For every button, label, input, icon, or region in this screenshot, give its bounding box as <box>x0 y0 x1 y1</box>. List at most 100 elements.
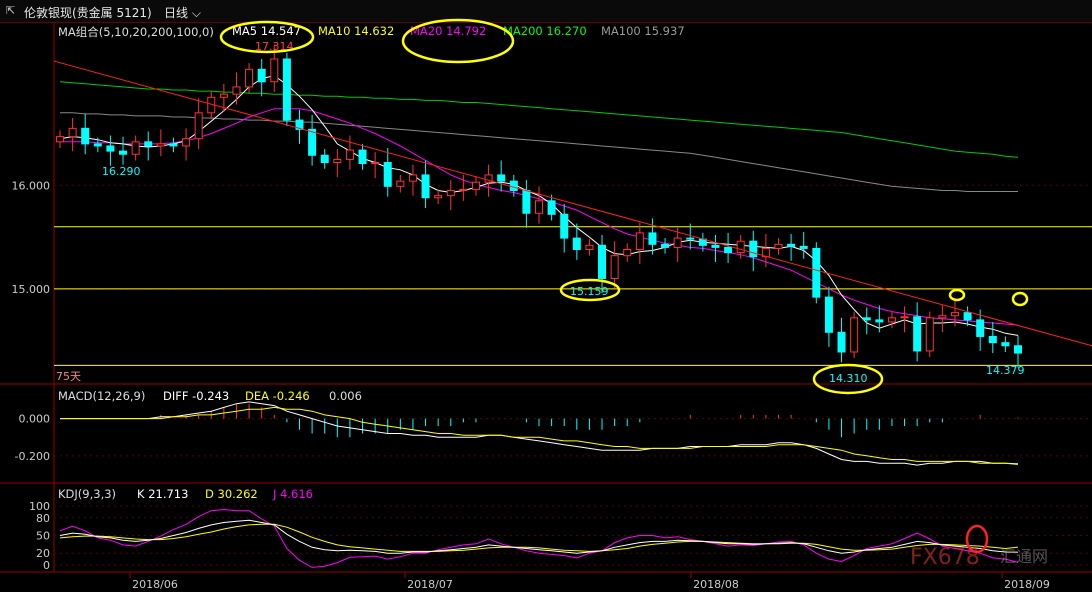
candle-body <box>862 317 871 321</box>
kdj-tick-label: 0 <box>43 559 50 572</box>
candle-body <box>358 149 367 165</box>
ma200-line <box>59 81 1019 158</box>
kdj-tick-label: 50 <box>36 530 50 543</box>
candle-body <box>963 312 972 321</box>
horizon-label: 75天 <box>56 370 81 383</box>
candle-body <box>169 143 178 147</box>
candle-body <box>421 174 430 199</box>
candle-body <box>396 180 405 187</box>
candle-body <box>547 200 556 215</box>
candle-body <box>585 244 594 250</box>
candle-body <box>270 58 279 83</box>
candle-body <box>535 200 543 214</box>
candle-body <box>471 181 480 190</box>
highlight-circle <box>1011 291 1029 307</box>
date-tick-label: 2018/09 <box>1004 578 1050 591</box>
candle-body <box>320 154 329 164</box>
candle-body <box>522 189 531 214</box>
candle-body <box>560 213 569 239</box>
candle-body <box>976 319 985 337</box>
candle-body <box>81 127 90 145</box>
candle-body <box>623 248 632 257</box>
candle-body <box>131 141 140 155</box>
candle-body <box>837 331 846 353</box>
candle-body <box>635 232 644 250</box>
highlight-circle <box>401 18 515 64</box>
candle-body <box>497 174 506 182</box>
candle-body <box>673 237 682 248</box>
candle-body <box>572 237 581 250</box>
candle-body <box>598 244 607 279</box>
candle-body <box>106 145 115 152</box>
candlestick-chart: 16.00015.00017.31416.29015.15914.31014.3… <box>0 18 1092 591</box>
candle-body <box>245 68 254 88</box>
candle-body <box>144 141 153 147</box>
candle-body <box>446 189 455 197</box>
candle-body <box>509 180 518 191</box>
candle-body <box>950 312 959 317</box>
candle-body <box>408 174 417 182</box>
candle-body <box>333 158 342 164</box>
candle-body <box>371 162 380 165</box>
price-tick-label: 16.000 <box>12 179 51 192</box>
candle-body <box>383 162 392 187</box>
candle-body <box>648 232 657 245</box>
macd-tick-label: 0.000 <box>19 413 51 426</box>
kdj-tick-label: 80 <box>36 512 50 525</box>
candle-body <box>875 319 884 323</box>
macd-diff-line <box>60 401 1019 466</box>
candle-body <box>56 136 64 143</box>
resistance-trendline <box>53 60 1092 347</box>
date-tick-label: 2018/06 <box>132 578 178 591</box>
kdj-j-line <box>59 508 1019 568</box>
candle-body <box>282 58 291 121</box>
date-tick-label: 2018/07 <box>407 578 453 591</box>
price-tick-label: 15.000 <box>12 283 51 296</box>
candle-body <box>345 149 354 160</box>
candle-body <box>686 237 695 240</box>
candle-body <box>988 335 997 344</box>
candle-body <box>93 143 102 147</box>
watermark-logo: FX678 <box>910 545 980 570</box>
candle-body <box>736 240 745 254</box>
candle-body <box>194 112 203 140</box>
macd-dea-line <box>60 406 1019 465</box>
candle-body <box>661 243 670 248</box>
candle-body <box>887 317 896 323</box>
candle-body <box>850 317 859 353</box>
ma100-line <box>60 112 1018 192</box>
candle-body <box>799 245 808 249</box>
candle-body <box>774 243 783 249</box>
candle-body <box>824 296 833 333</box>
macd-tick-label: -0.200 <box>15 450 50 463</box>
candle-body <box>119 150 128 155</box>
candle-body <box>938 315 947 319</box>
candle-body <box>156 143 165 147</box>
candle-body <box>749 240 758 258</box>
swing-low-label: 15.159 <box>570 285 609 298</box>
candle-body <box>182 138 191 147</box>
highlight-circle <box>948 288 966 302</box>
candle-body <box>812 247 821 298</box>
candle-body <box>434 195 443 199</box>
candle-body <box>308 128 317 156</box>
candle-body <box>724 246 733 254</box>
candle-body <box>68 127 77 138</box>
candle-body <box>459 188 468 191</box>
bottom-low-label: 14.310 <box>829 372 868 385</box>
candle-body <box>219 93 228 98</box>
candle-body <box>787 243 796 247</box>
candle-body <box>925 317 934 352</box>
candle-body <box>913 316 922 352</box>
candle-body <box>610 255 619 279</box>
candle-body <box>232 86 241 95</box>
candle-body <box>711 244 720 248</box>
date-tick-label: 2018/08 <box>693 578 739 591</box>
candle-body <box>900 316 909 319</box>
candle-body <box>1001 342 1010 347</box>
candle-body <box>257 68 266 83</box>
candle-body <box>1014 345 1022 354</box>
low-price-label: 16.290 <box>102 165 141 178</box>
last-price-label: 14.379 <box>986 364 1025 377</box>
watermark-text: 汇通网 <box>1000 547 1048 566</box>
